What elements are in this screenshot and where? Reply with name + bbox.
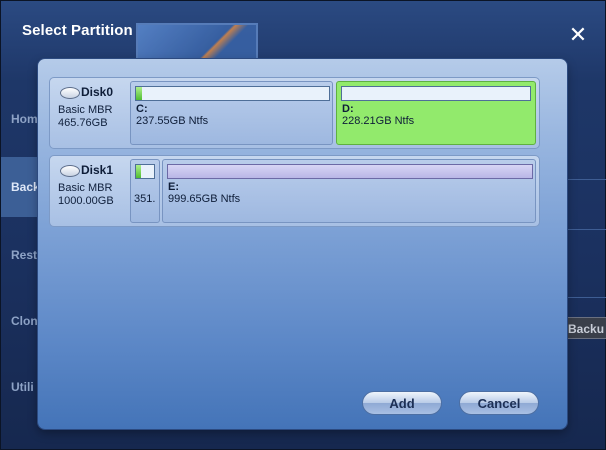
disk-name: Disk1 <box>81 163 114 177</box>
usage-fill <box>136 165 142 178</box>
partition-d[interactable]: D: 228.21GB Ntfs <box>336 81 536 145</box>
disk-drive-icon <box>60 165 80 177</box>
partition-usage-bar <box>167 164 533 179</box>
partition-detail: 351. <box>134 193 156 205</box>
disk-type: Basic MBR <box>58 182 113 194</box>
partition-letter: D: <box>342 103 354 115</box>
cancel-button[interactable]: Cancel <box>459 391 539 415</box>
window-frame: Select Partition ✕ Hom Back Rest Clon Ut… <box>0 0 606 450</box>
disk-info: Disk1 Basic MBR 1000.00GB <box>54 160 130 222</box>
disk-info: Disk0 Basic MBR 465.76GB <box>54 82 130 144</box>
partition-detail: 999.65GB Ntfs <box>168 193 241 205</box>
partition-c[interactable]: C: 237.55GB Ntfs <box>130 81 333 145</box>
partition-letter: C: <box>136 103 148 115</box>
bg-divider <box>568 179 606 180</box>
close-icon[interactable]: ✕ <box>566 23 590 47</box>
partition-usage-bar <box>341 86 531 101</box>
disk-size: 1000.00GB <box>58 195 114 207</box>
bg-divider <box>568 229 606 230</box>
disk-size: 465.76GB <box>58 117 108 129</box>
disk-row-disk0: Disk0 Basic MBR 465.76GB C: 237.55GB Ntf… <box>49 77 540 149</box>
add-button[interactable]: Add <box>362 391 442 415</box>
select-partition-dialog: Disk0 Basic MBR 465.76GB C: 237.55GB Ntf… <box>38 59 567 429</box>
partition-letter: E: <box>168 181 179 193</box>
partition-usage-bar <box>135 164 155 179</box>
disk-name: Disk0 <box>81 85 114 99</box>
disk-drive-icon <box>60 87 80 99</box>
partition-usage-bar <box>135 86 330 101</box>
usage-fill <box>136 87 142 100</box>
bg-divider <box>568 297 606 298</box>
disk-row-disk1: Disk1 Basic MBR 1000.00GB 351. E: 999.65… <box>49 155 540 227</box>
partition-small[interactable]: 351. <box>130 159 160 223</box>
bg-backup-button: Backu <box>563 317 606 339</box>
partition-detail: 228.21GB Ntfs <box>342 115 415 127</box>
window-title: Select Partition <box>22 22 133 39</box>
partition-detail: 237.55GB Ntfs <box>136 115 209 127</box>
partition-e[interactable]: E: 999.65GB Ntfs <box>162 159 536 223</box>
disk-type: Basic MBR <box>58 104 113 116</box>
